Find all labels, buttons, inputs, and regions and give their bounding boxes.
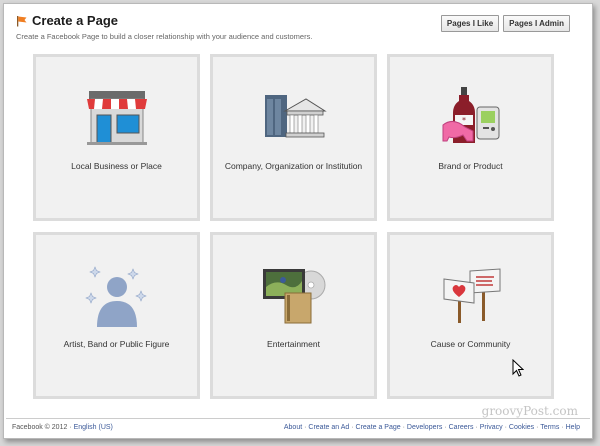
footer-link-cookies[interactable]: Cookies [509,424,534,431]
watermark-text: groovyPost.com [481,404,578,418]
mouse-cursor-icon [512,359,524,377]
page-subtitle: Create a Facebook Page to build a closer… [16,32,313,41]
category-label: Artist, Band or Public Figure [63,339,170,349]
footer-link-privacy[interactable]: Privacy [480,424,503,431]
category-label: Cause or Community [430,339,511,349]
footer-link-about[interactable]: About [284,424,302,431]
person-silhouette-icon [84,266,147,327]
storefront-icon [86,91,147,145]
category-artist-public-figure[interactable]: Artist, Band or Public Figure [33,232,200,399]
protest-signs-icon [443,268,500,323]
footer-link-terms[interactable]: Terms [540,424,559,431]
brand-products-icon: * [442,87,499,143]
category-company[interactable]: Company, Organization or Institution [210,54,377,221]
footer-link-create-ad[interactable]: Create an Ad [308,424,349,431]
category-brand-product[interactable]: * Brand or Product [387,54,554,221]
company-buildings-icon [264,95,327,138]
copyright-text: Facebook © 2012 · [12,424,74,431]
footer-divider [6,418,590,419]
category-label: Company, Organization or Institution [224,161,363,171]
category-label: Brand or Product [438,161,503,171]
page-title: Create a Page [32,13,118,28]
page-header: Create a Page Create a Facebook Page to … [16,13,312,41]
pages-i-like-button[interactable]: Pages I Like [440,15,500,32]
language-link[interactable]: English (US) [74,424,113,431]
category-cause-community[interactable]: Cause or Community [387,232,554,399]
svg-text:*: * [462,116,466,125]
footer-left: Facebook © 2012 · English (US) [12,424,113,431]
footer-link-developers[interactable]: Developers [407,424,442,431]
flag-icon [17,15,27,26]
category-label: Local Business or Place [71,161,162,171]
footer-links: About · Create an Ad · Create a Page · D… [283,424,580,431]
footer-link-careers[interactable]: Careers [449,424,474,431]
category-entertainment[interactable]: Entertainment [210,232,377,399]
category-local-business[interactable]: Local Business or Place [33,54,200,221]
pages-i-admin-button[interactable]: Pages I Admin [503,15,570,32]
category-label: Entertainment [267,339,320,349]
top-buttons: Pages I Like Pages I Admin [440,15,570,32]
entertainment-icon [262,269,325,324]
footer-link-help[interactable]: Help [566,424,580,431]
footer-link-create-page[interactable]: Create a Page [356,424,401,431]
page-window: Create a Page Create a Facebook Page to … [3,3,593,439]
category-grid: Local Business or Place Company, Organiz… [33,54,554,399]
